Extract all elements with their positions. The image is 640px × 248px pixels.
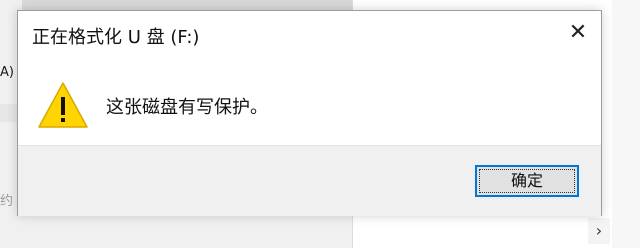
background-scroll-rail[interactable] bbox=[612, 0, 640, 248]
dialog-titlebar[interactable]: 正在格式化 U 盘 (F:) ✕ bbox=[18, 11, 601, 57]
close-icon: ✕ bbox=[568, 20, 588, 45]
background-bottom-bar bbox=[0, 228, 360, 248]
ok-button[interactable]: 确定 bbox=[475, 165, 579, 197]
ok-button-label: 确定 bbox=[510, 171, 543, 190]
background-partial-text: 约 bbox=[0, 194, 14, 209]
dialog-message: 这张磁盘有写保护。 bbox=[106, 97, 268, 118]
format-dialog: 正在格式化 U 盘 (F:) ✕ 这张磁盘有写保护。 确定 bbox=[17, 10, 602, 216]
background-top-strip bbox=[22, 0, 352, 10]
chevron-right-icon[interactable]: › bbox=[588, 218, 610, 244]
close-button[interactable]: ✕ bbox=[555, 11, 601, 57]
dialog-content: 这张磁盘有写保护。 bbox=[18, 57, 601, 145]
warning-icon bbox=[38, 82, 88, 128]
dialog-footer: 确定 bbox=[18, 145, 601, 216]
dialog-title: 正在格式化 U 盘 (F:) bbox=[32, 27, 200, 48]
